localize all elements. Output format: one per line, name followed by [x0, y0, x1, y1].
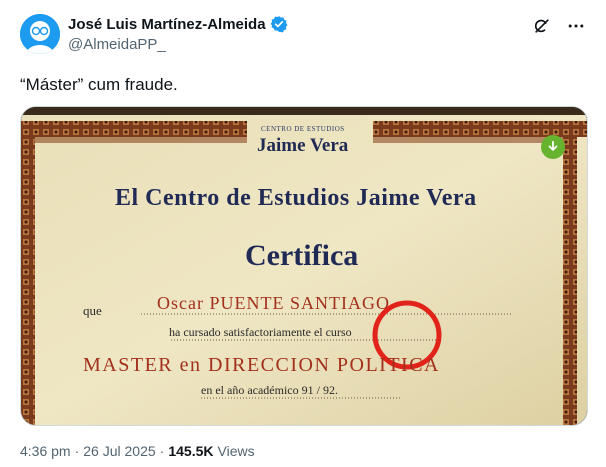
meta-separator: ·: [74, 443, 80, 459]
grok-icon[interactable]: [532, 16, 552, 36]
meta-separator: ·: [159, 443, 165, 459]
verified-badge-icon: [270, 15, 288, 33]
author-handle[interactable]: @AlmeidaPP_: [68, 36, 166, 53]
tweet-meta: 4:36 pm · 26 Jul 2025 · 145.5K Views: [20, 443, 255, 459]
cert-program: MASTER en DIRECCION POLITICA: [83, 354, 440, 376]
cert-recipient: Oscar PUENTE SANTIAGO: [157, 293, 390, 313]
cert-year-line: en el año académico 91 / 92.: [201, 383, 338, 397]
cert-que: que: [83, 303, 102, 318]
tweet-text: “Máster” cum fraude.: [20, 75, 178, 94]
tweet-media-image[interactable]: CENTRO DE ESTUDIOS Jaime Vera El Centro …: [20, 106, 588, 426]
cert-center-name: Jaime Vera: [257, 135, 349, 156]
cert-heading: El Centro de Estudios Jaime Vera: [115, 185, 477, 211]
author-display-name[interactable]: José Luis Martínez-Almeida: [68, 16, 266, 33]
more-options-icon[interactable]: [566, 16, 586, 36]
tweet-header-actions: [532, 16, 586, 36]
tweet-time[interactable]: 4:36 pm: [20, 443, 71, 459]
author-name-row: José Luis Martínez-Almeida: [68, 15, 288, 33]
cert-center-small: CENTRO DE ESTUDIOS: [261, 125, 345, 133]
avatar-illustration: [20, 14, 60, 54]
views-label: Views: [217, 443, 255, 459]
tweet-date[interactable]: 26 Jul 2025: [83, 443, 155, 459]
cert-course-line: ha cursado satisfactoriamente el curso: [169, 325, 352, 339]
cert-certifica: Certifica: [245, 239, 359, 272]
download-icon[interactable]: [541, 135, 565, 159]
author-avatar[interactable]: [20, 14, 60, 54]
views-count[interactable]: 145.5K: [168, 443, 213, 459]
